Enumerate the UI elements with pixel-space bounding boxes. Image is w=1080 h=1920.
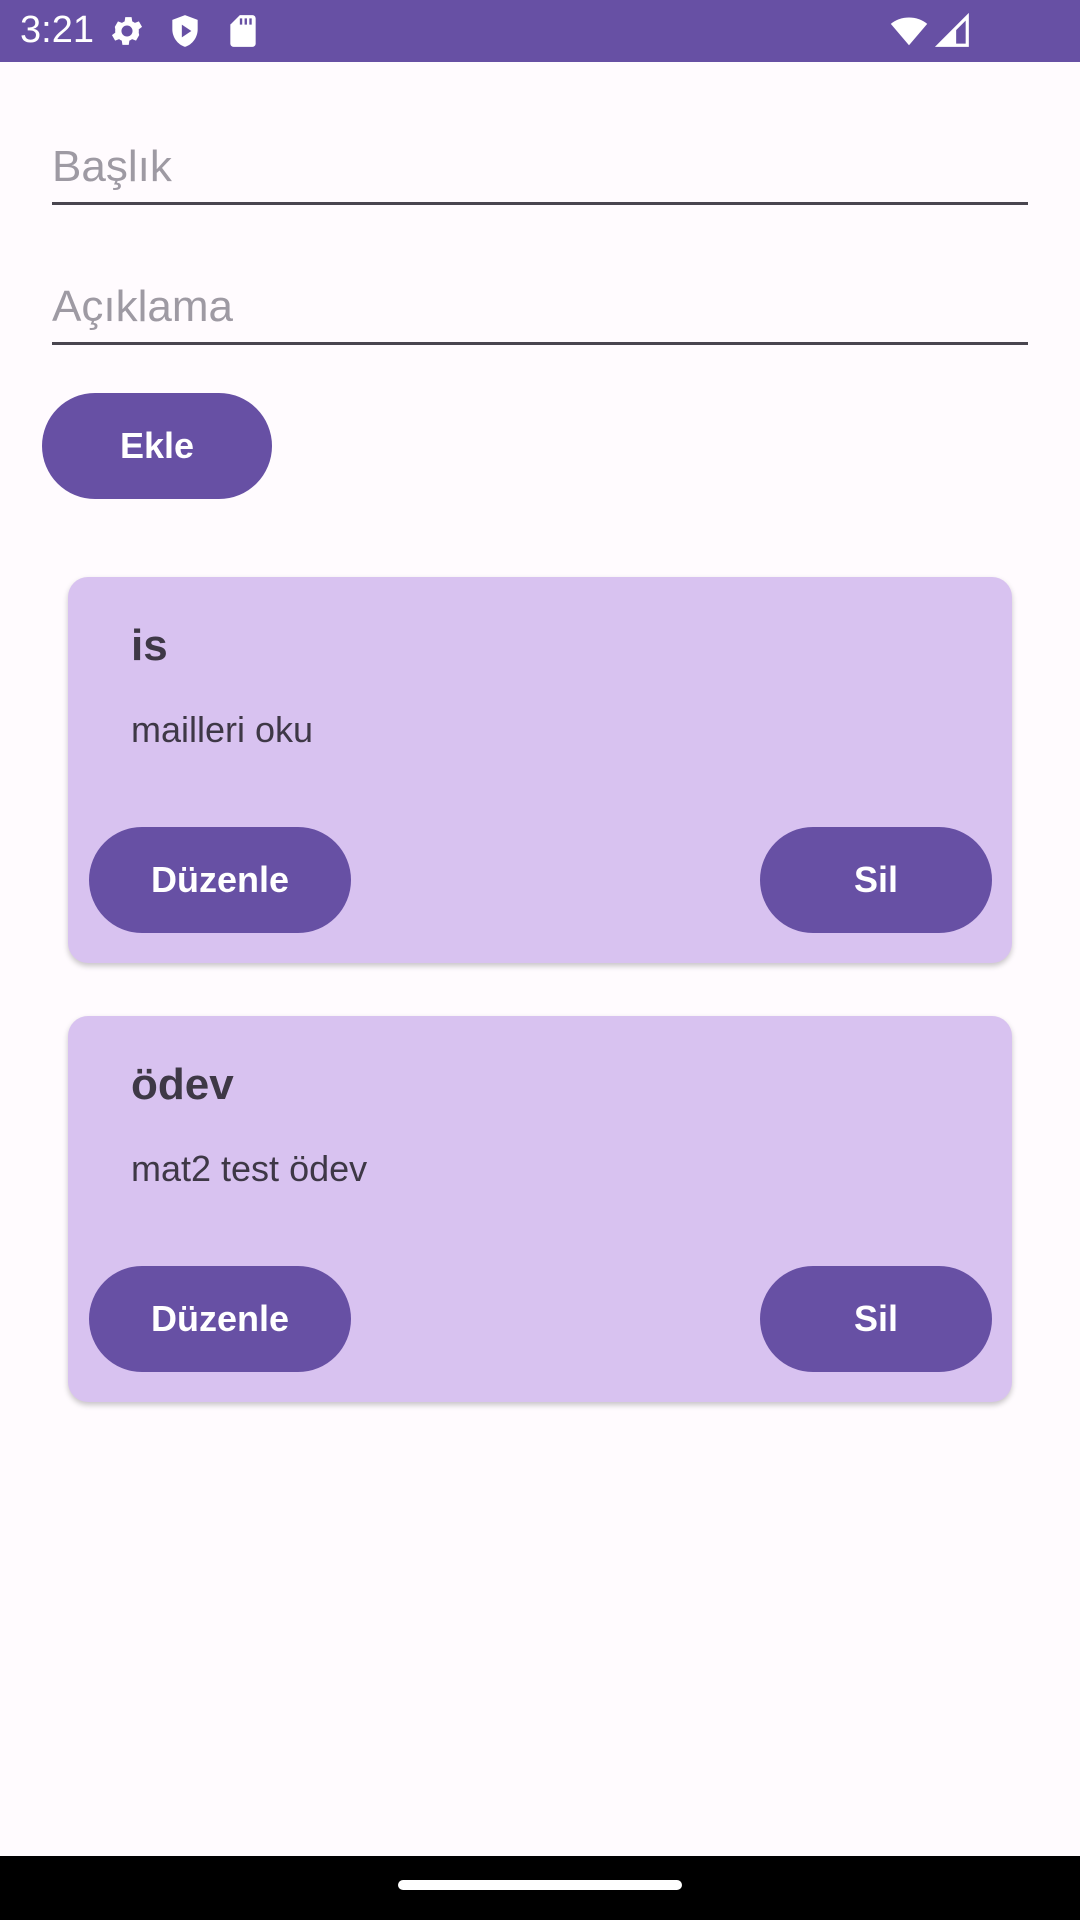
title-input[interactable] <box>52 142 1028 192</box>
title-field[interactable] <box>52 110 1028 205</box>
note-title: ödev <box>131 1060 234 1109</box>
edit-button[interactable]: Düzenle <box>89 1266 351 1372</box>
delete-button[interactable]: Sil <box>760 827 992 933</box>
status-time: 3:21 <box>20 9 94 51</box>
note-card: is mailleri oku Düzenle Sil <box>68 577 1012 963</box>
sd-card-icon <box>224 12 262 50</box>
note-description: mailleri oku <box>131 709 314 750</box>
gear-icon <box>108 12 146 50</box>
edit-button[interactable]: Düzenle <box>89 827 351 933</box>
note-description: mat2 test ödev <box>131 1148 368 1189</box>
description-field[interactable] <box>52 250 1028 345</box>
description-input[interactable] <box>52 282 1028 332</box>
note-card: ödev mat2 test ödev Düzenle Sil <box>68 1016 1012 1402</box>
signal-icon <box>934 12 972 50</box>
wifi-icon <box>890 12 928 50</box>
add-button[interactable]: Ekle <box>42 393 272 499</box>
note-title: is <box>131 621 168 670</box>
navigation-bar <box>0 1856 1080 1920</box>
delete-button[interactable]: Sil <box>760 1266 992 1372</box>
home-handle[interactable] <box>398 1880 682 1890</box>
status-bar: 3:21 <box>0 0 1080 62</box>
shield-icon <box>166 12 204 50</box>
